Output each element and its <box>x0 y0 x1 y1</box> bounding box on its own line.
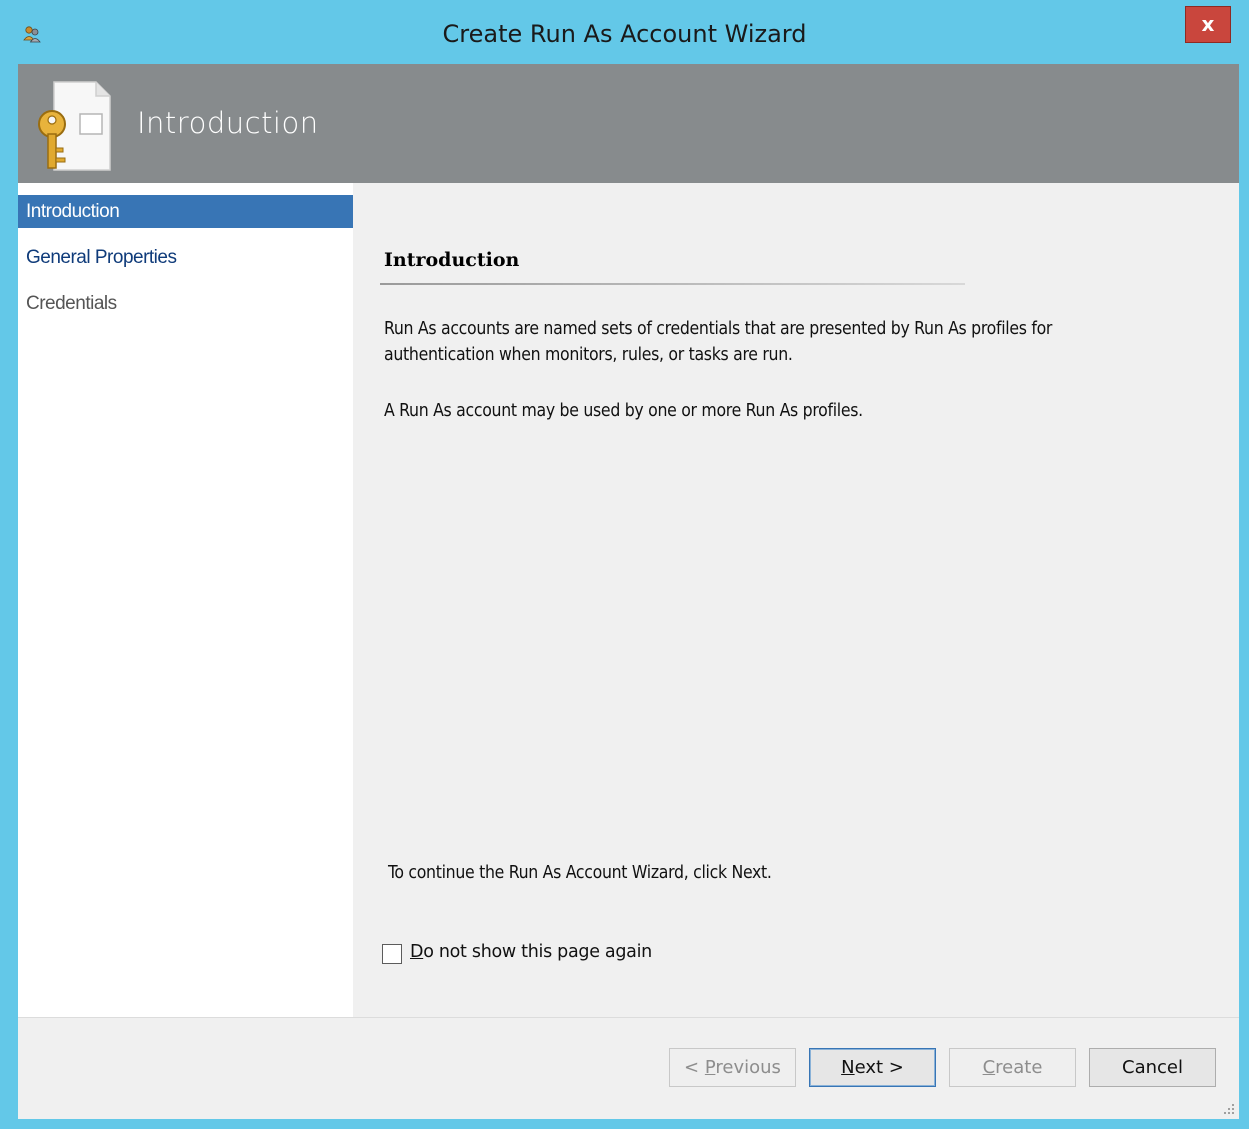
wizard-footer: < Previous Next > Create Cancel <box>18 1017 1239 1119</box>
wizard-banner: Introduction <box>18 64 1239 183</box>
heading-divider <box>380 283 965 285</box>
dont-show-again-checkbox[interactable] <box>382 944 402 964</box>
intro-paragraph: Run As accounts are named sets of creden… <box>384 316 1052 368</box>
wizard-window: Create Run As Account Wizard x Introduct… <box>0 0 1249 1129</box>
dont-show-again-label[interactable]: Do not show this page again <box>410 942 652 962</box>
close-button[interactable]: x <box>1185 6 1231 43</box>
previous-button: < Previous <box>669 1048 796 1087</box>
sidebar-item-general-properties[interactable]: General Properties <box>18 241 353 274</box>
create-button: Create <box>949 1048 1076 1087</box>
cancel-button[interactable]: Cancel <box>1089 1048 1216 1087</box>
sidebar-item-introduction[interactable]: Introduction <box>18 195 353 228</box>
page-heading: Introduction <box>384 249 520 271</box>
resize-grip-icon[interactable] <box>1223 1103 1235 1115</box>
intro-paragraph-line-2: authentication when monitors, rules, or … <box>384 345 793 365</box>
dont-show-again-accel: D <box>410 942 424 962</box>
previous-rest: revious <box>715 1057 781 1078</box>
previous-prefix: < <box>684 1057 705 1078</box>
title-bar[interactable]: Create Run As Account Wizard x <box>0 0 1249 64</box>
sidebar-item-credentials: Credentials <box>26 293 117 314</box>
profiles-paragraph: A Run As account may be used by one or m… <box>384 401 863 421</box>
next-accel: N <box>841 1057 855 1078</box>
next-rest: ext > <box>854 1057 904 1078</box>
create-accel: C <box>982 1057 996 1078</box>
create-rest: reate <box>995 1057 1043 1078</box>
dont-show-again-text: o not show this page again <box>423 942 652 962</box>
banner-title: Introduction <box>137 106 319 140</box>
key-document-icon <box>38 81 111 171</box>
next-button[interactable]: Next > <box>809 1048 936 1087</box>
window-title: Create Run As Account Wizard <box>442 20 807 48</box>
continue-instruction: To continue the Run As Account Wizard, c… <box>388 863 772 883</box>
wizard-sidebar: Introduction General Properties Credenti… <box>18 183 353 1017</box>
previous-accel: P <box>704 1057 716 1078</box>
intro-paragraph-line-1: Run As accounts are named sets of creden… <box>384 319 1053 339</box>
wizard-content: Introduction Run As accounts are named s… <box>353 183 1239 1017</box>
